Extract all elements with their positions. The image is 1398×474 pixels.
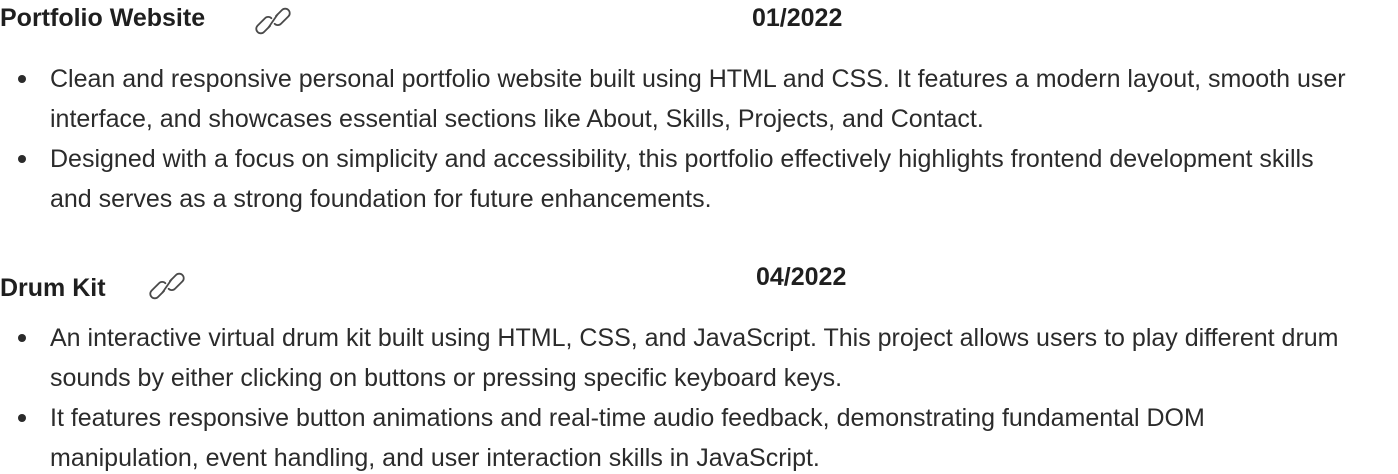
bullet-text: Designed with a focus on simplicity and …: [50, 145, 1314, 213]
bullet-text: Clean and responsive personal portfolio …: [50, 65, 1346, 133]
project-date: 01/2022: [752, 4, 843, 32]
project-drum-kit: Drum Kit 04/2022: [0, 262, 1398, 302]
bullet-item: An interactive virtual drum kit built us…: [0, 318, 1398, 398]
bullet-icon: [18, 155, 26, 163]
bullet-icon: [18, 414, 26, 422]
bullet-text: It features responsive button animations…: [50, 404, 1205, 472]
bullet-item: Clean and responsive personal portfolio …: [0, 59, 1398, 139]
bullet-icon: [18, 75, 26, 83]
bullet-item: It features responsive button animations…: [0, 398, 1398, 474]
project-header: Drum Kit 04/2022: [0, 262, 1398, 302]
project-header: Portfolio Website 01/2022: [0, 0, 1398, 36]
link-icon[interactable]: [254, 6, 292, 36]
project-title: Portfolio Website: [0, 4, 206, 32]
project-bullets: An interactive virtual drum kit built us…: [0, 318, 1398, 474]
project-portfolio-website: Portfolio Website 01/2022: [0, 0, 1398, 36]
link-icon[interactable]: [148, 271, 186, 301]
project-bullets: Clean and responsive personal portfolio …: [0, 59, 1398, 219]
project-date: 04/2022: [756, 263, 847, 291]
bullet-item: Designed with a focus on simplicity and …: [0, 139, 1398, 219]
project-title: Drum Kit: [0, 274, 106, 302]
bullet-text: An interactive virtual drum kit built us…: [50, 324, 1339, 392]
bullet-icon: [18, 334, 26, 342]
